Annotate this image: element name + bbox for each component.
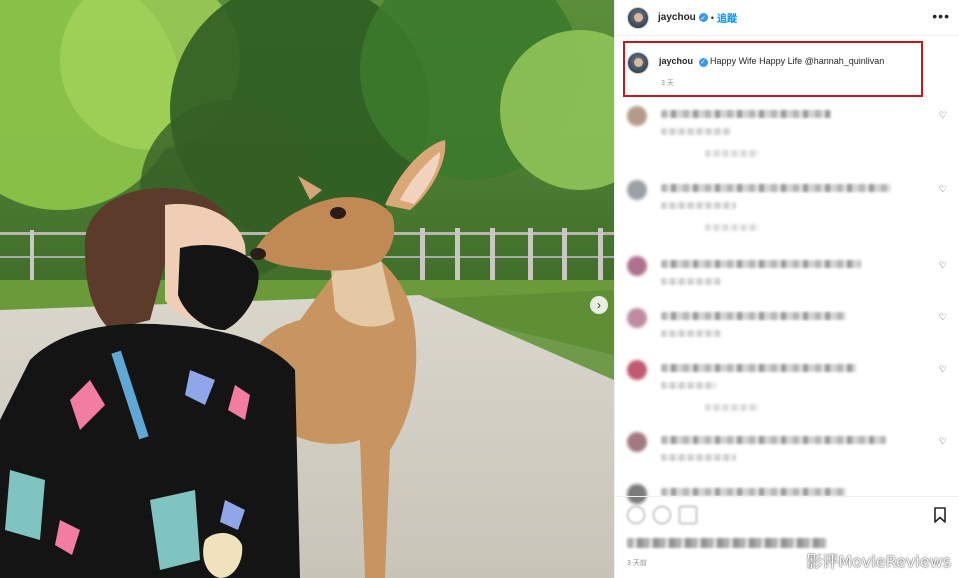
comment-meta-blurred (661, 382, 716, 389)
more-options-icon[interactable]: ••• (932, 8, 950, 24)
comment-like-heart-icon[interactable]: ♡ (939, 312, 947, 323)
watermark: 影评MovieReviews (806, 552, 951, 571)
bookmark-icon[interactable] (933, 507, 947, 523)
post-side-panel: jaychou ✓ • 追蹤 ••• jaychou ✓ Happy Wife … (614, 0, 959, 578)
post-photo[interactable]: › (0, 0, 614, 578)
comment-avatar[interactable] (627, 256, 647, 276)
share-icon[interactable] (679, 506, 697, 524)
comment-avatar[interactable] (627, 432, 647, 452)
comment-text-blurred (661, 436, 886, 444)
verified-badge-icon: ✓ (698, 13, 708, 22)
caption-text: Happy Wife Happy Life @hannah_quinlivan (710, 56, 885, 66)
comment-like-heart-icon[interactable]: ♡ (939, 184, 947, 195)
comment-text-blurred (661, 110, 831, 118)
author-avatar[interactable] (627, 6, 649, 29)
post-time: 3 天前 (627, 560, 647, 567)
view-replies-blurred[interactable] (705, 150, 759, 157)
caption-verified-icon: ✓ (698, 57, 708, 67)
follow-button[interactable]: 追蹤 (717, 10, 737, 25)
like-icon[interactable] (627, 506, 645, 524)
comment-avatar[interactable] (627, 106, 647, 126)
caption-text-row: jaychou ✓ Happy Wife Happy Life @hannah_… (659, 56, 884, 67)
comment-avatar[interactable] (627, 484, 647, 504)
comment-text-blurred (661, 488, 846, 496)
comment-like-heart-icon[interactable]: ♡ (939, 110, 947, 121)
comment-item[interactable]: ♡ (627, 106, 947, 157)
post-header: jaychou ✓ • 追蹤 ••• (615, 0, 959, 36)
comment-text-blurred (661, 184, 891, 192)
comment-meta-blurred (661, 128, 731, 135)
photo-scene (0, 0, 614, 578)
comment-avatar[interactable] (627, 360, 647, 380)
comment-text-blurred (661, 312, 846, 320)
comment-avatar[interactable] (627, 308, 647, 328)
comment-text-blurred (661, 364, 856, 372)
comment-icon[interactable] (653, 506, 671, 524)
action-row (627, 506, 697, 524)
header-separator: • (710, 12, 714, 23)
actions-divider (615, 496, 959, 497)
comment-item[interactable]: ♡ (627, 180, 947, 231)
comment-like-heart-icon[interactable]: ♡ (939, 364, 947, 375)
comment-like-heart-icon[interactable]: ♡ (939, 260, 947, 271)
comment-avatar[interactable] (627, 180, 647, 200)
comment-item[interactable]: ♡ (627, 256, 947, 296)
next-photo-chevron-icon[interactable]: › (590, 296, 608, 314)
caption-avatar[interactable] (627, 52, 649, 74)
view-replies-blurred[interactable] (705, 404, 759, 411)
comment-like-heart-icon[interactable]: ♡ (939, 436, 947, 447)
likes-summary[interactable] (627, 538, 827, 548)
caption-username[interactable]: jaychou (659, 56, 693, 66)
comment-meta-blurred (661, 454, 736, 461)
comment-meta-blurred (661, 330, 721, 337)
comment-meta-blurred (661, 278, 721, 285)
caption-time: 3 天 (661, 80, 674, 87)
view-replies-blurred[interactable] (705, 224, 759, 231)
comment-item[interactable]: ♡ (627, 432, 947, 472)
post-caption: jaychou ✓ Happy Wife Happy Life @hannah_… (627, 52, 884, 74)
author-username[interactable]: jaychou (658, 12, 696, 23)
comment-text-blurred (661, 260, 861, 268)
comment-meta-blurred (661, 202, 736, 209)
comment-item[interactable]: ♡ (627, 308, 947, 348)
comment-item[interactable]: ♡ (627, 360, 947, 411)
